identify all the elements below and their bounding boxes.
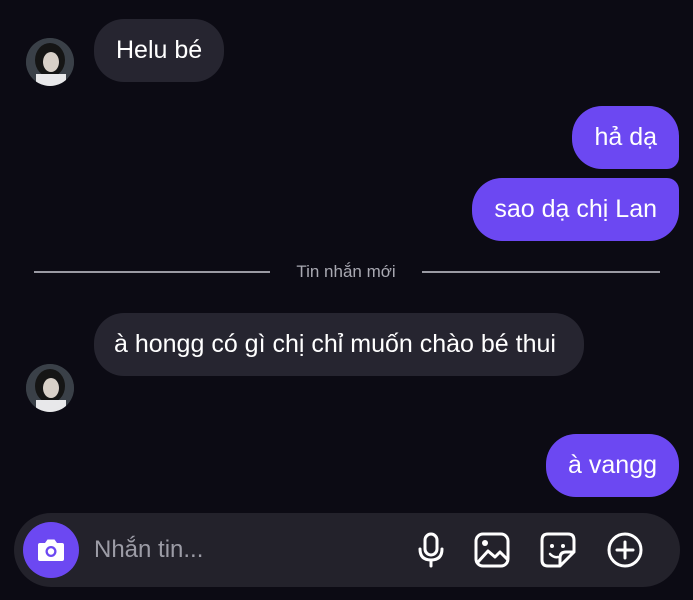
avatar[interactable] xyxy=(26,364,74,412)
camera-button[interactable] xyxy=(23,522,79,578)
plus-icon[interactable] xyxy=(605,530,645,570)
camera-icon xyxy=(38,539,64,561)
message-bubble-incoming[interactable]: à hongg có gì chị chỉ muốn chào bé thui xyxy=(94,313,584,376)
message-bubble-incoming[interactable]: Helu bé xyxy=(94,19,225,82)
avatar[interactable] xyxy=(26,38,74,86)
new-messages-divider: Tin nhắn mới xyxy=(296,262,396,281)
message-input[interactable]: Nhắn tin... xyxy=(94,535,203,565)
divider-line-right xyxy=(422,271,660,273)
microphone-icon[interactable] xyxy=(411,530,451,570)
message-bubble-outgoing[interactable]: à vangg xyxy=(546,434,679,497)
divider-line-left xyxy=(34,271,270,273)
gallery-icon[interactable] xyxy=(472,530,512,570)
message-bubble-outgoing[interactable]: hả dạ xyxy=(572,106,679,169)
sticker-icon[interactable] xyxy=(538,530,578,570)
message-composer: Nhắn tin... xyxy=(14,513,680,587)
message-bubble-outgoing[interactable]: sao dạ chị Lan xyxy=(472,178,679,241)
